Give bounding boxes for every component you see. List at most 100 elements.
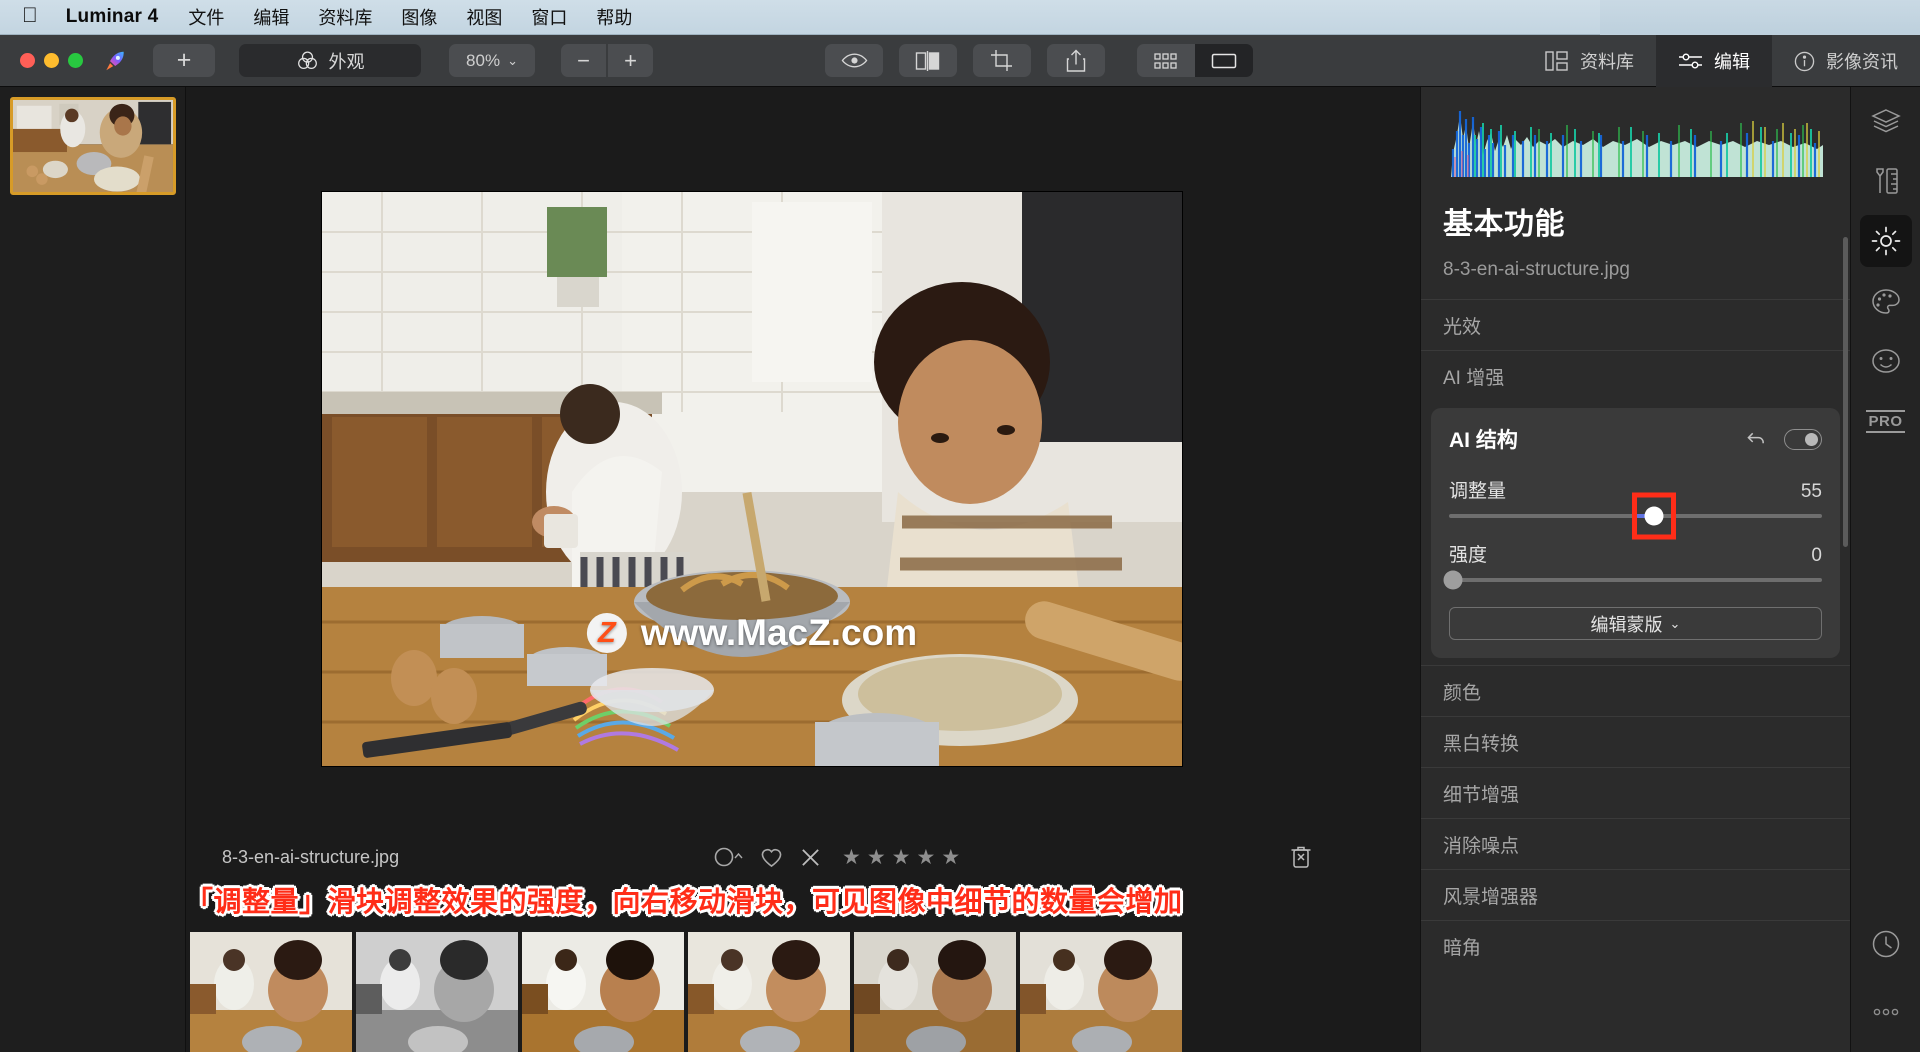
menu-file[interactable]: 文件: [188, 4, 224, 30]
photo-image: [322, 192, 1182, 766]
slider-amount-track[interactable]: [1449, 514, 1822, 518]
rocket-icon[interactable]: [103, 48, 128, 73]
tool-row-bw[interactable]: 黑白转换: [1421, 716, 1850, 767]
palette-icon[interactable]: [1860, 275, 1912, 327]
star-5[interactable]: ★: [941, 845, 960, 870]
zoom-level-dropdown[interactable]: 80% ⌄: [449, 44, 535, 77]
ai-structure-toggle[interactable]: [1784, 429, 1822, 450]
star-rating[interactable]: ★ ★ ★ ★ ★: [842, 845, 960, 870]
app-toolbar: + 外观 80% ⌄ − +: [0, 35, 1920, 87]
pro-icon[interactable]: PRO: [1860, 395, 1912, 447]
left-filmstrip-panel: [0, 87, 186, 1052]
tool-row-vignette[interactable]: 暗角: [1421, 920, 1850, 971]
panel-scrollbar[interactable]: [1843, 237, 1848, 547]
tool-row-detail[interactable]: 细节增强: [1421, 767, 1850, 818]
window-controls[interactable]: [20, 53, 83, 68]
preview-eye-button[interactable]: [825, 44, 883, 77]
edit-mask-button[interactable]: 编辑蒙版 ⌄: [1449, 607, 1822, 640]
star-1[interactable]: ★: [842, 845, 861, 870]
menu-window[interactable]: 窗口: [531, 4, 567, 30]
view-mode-segment[interactable]: [1137, 44, 1253, 77]
histogram: [1443, 105, 1828, 177]
add-button[interactable]: +: [153, 44, 215, 77]
grid-view-button[interactable]: [1137, 44, 1195, 77]
menu-view[interactable]: 视图: [466, 4, 502, 30]
zoom-level-value: 80%: [466, 51, 500, 71]
panel-subtitle-filename: 8-3-en-ai-structure.jpg: [1443, 259, 1850, 281]
zoom-stepper[interactable]: − +: [561, 44, 653, 77]
library-icon: [1545, 51, 1569, 71]
single-view-button[interactable]: [1195, 44, 1253, 77]
ai-structure-actions: [1746, 429, 1822, 450]
slider-strength-value: 0: [1811, 545, 1822, 567]
zoom-out-button[interactable]: −: [561, 44, 606, 77]
panel-title: 基本功能: [1443, 199, 1850, 243]
slider-amount-handle[interactable]: [1645, 507, 1664, 526]
maximize-button[interactable]: [68, 53, 83, 68]
toolbar-center-group: [825, 44, 1253, 77]
edit-tool-list: 光效 AI 增强 AI 结构: [1421, 299, 1850, 971]
app-window: + 外观 80% ⌄ − +: [0, 35, 1920, 1052]
minimize-button[interactable]: [44, 53, 59, 68]
pro-label: PRO: [1866, 410, 1904, 433]
slider-amount-value: 55: [1801, 481, 1822, 503]
apple-logo-icon[interactable]: : [22, 5, 38, 26]
history-clock-icon[interactable]: [1860, 918, 1912, 970]
slider-strength-handle[interactable]: [1443, 571, 1462, 590]
macos-menubar:  Luminar 4 文件 编辑 资料库 图像 视图 窗口 帮助: [0, 0, 1920, 35]
menu-library[interactable]: 资料库: [318, 4, 372, 30]
crop-button[interactable]: [973, 44, 1031, 77]
main-photo-container[interactable]: Z www.MacZ.com: [322, 192, 1182, 766]
edit-mask-label: 编辑蒙版: [1591, 611, 1663, 637]
presets-filmstrip: AI Image Enhancer Classic B&W: [186, 932, 1420, 1052]
tool-row-color[interactable]: 颜色: [1421, 665, 1850, 716]
sun-icon[interactable]: [1860, 215, 1912, 267]
zoom-in-button[interactable]: +: [608, 44, 653, 77]
preset-thumb: [854, 932, 1016, 1052]
more-dots-glyph: [1872, 1007, 1900, 1017]
circle-caret-icon[interactable]: [713, 846, 743, 868]
preset-card[interactable]: Remove Color Cast: [1020, 932, 1182, 1052]
heart-icon[interactable]: [760, 847, 783, 868]
star-2[interactable]: ★: [867, 845, 886, 870]
reject-x-icon[interactable]: [800, 847, 821, 868]
tab-library-label: 资料库: [1580, 48, 1634, 74]
before-after-compare-button[interactable]: [899, 44, 957, 77]
slider-strength-track[interactable]: [1449, 578, 1822, 582]
tab-image-info-label: 影像资讯: [1826, 48, 1898, 74]
undo-icon[interactable]: [1746, 430, 1767, 449]
portrait-face-icon[interactable]: [1860, 335, 1912, 387]
trash-icon[interactable]: [1290, 845, 1312, 869]
more-dots-icon[interactable]: [1860, 986, 1912, 1038]
tools-icon[interactable]: [1860, 155, 1912, 207]
ai-structure-card: AI 结构: [1431, 408, 1840, 658]
image-info-bar: 8-3-en-ai-structure.jpg: [186, 829, 1420, 885]
preset-card[interactable]: Haze Removal ★: [688, 932, 850, 1052]
menu-image[interactable]: 图像: [401, 4, 437, 30]
tab-edit[interactable]: 编辑: [1656, 35, 1772, 87]
preset-card[interactable]: Mood Enhancer: [854, 932, 1016, 1052]
preset-card[interactable]: AI Image Enhancer: [190, 932, 352, 1052]
preset-thumb: [1020, 932, 1182, 1052]
layers-icon[interactable]: [1860, 95, 1912, 147]
menu-help[interactable]: 帮助: [596, 4, 632, 30]
slider-amount: 调整量 55: [1449, 476, 1822, 518]
share-button[interactable]: [1047, 44, 1105, 77]
close-button[interactable]: [20, 53, 35, 68]
tab-image-info[interactable]: 影像资讯: [1772, 35, 1920, 87]
preset-card[interactable]: Classic B&W: [356, 932, 518, 1052]
tool-row-light[interactable]: 光效: [1421, 299, 1850, 350]
tab-library[interactable]: 资料库: [1523, 35, 1656, 87]
tool-row-ai-enhance[interactable]: AI 增强: [1421, 350, 1850, 401]
looks-button[interactable]: 外观: [239, 44, 421, 77]
menubar-app-name[interactable]: Luminar 4: [66, 6, 159, 28]
preset-card[interactable]: Contrast Enhancer: [522, 932, 684, 1052]
star-4[interactable]: ★: [916, 845, 935, 870]
star-3[interactable]: ★: [892, 845, 911, 870]
filmstrip-thumbnail-selected[interactable]: [10, 97, 176, 195]
menu-edit[interactable]: 编辑: [253, 4, 289, 30]
tool-row-denoise[interactable]: 消除噪点: [1421, 818, 1850, 869]
main-photo: [322, 192, 1182, 766]
ai-structure-title: AI 结构: [1449, 424, 1518, 454]
slider-strength-label-row: 强度 0: [1449, 540, 1822, 567]
